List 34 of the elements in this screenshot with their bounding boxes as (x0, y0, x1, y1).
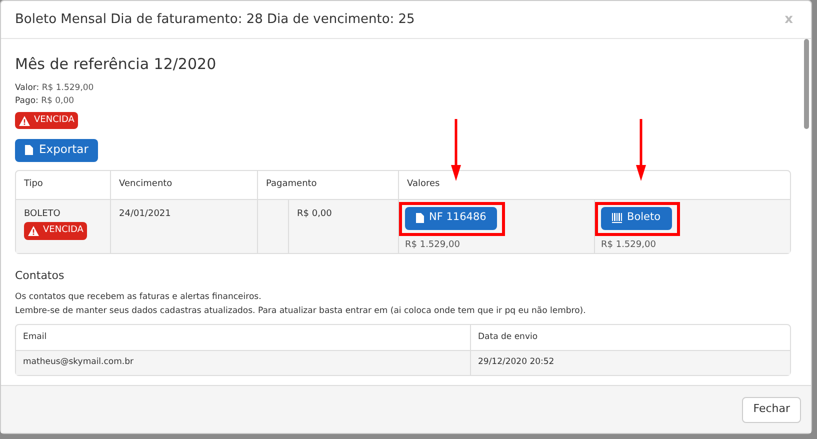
table-cell: 29/12/2020 20:52 (478, 357, 554, 367)
column-header: Tipo (24, 178, 43, 191)
table-cell-text: R$ 1.529,00 (601, 238, 657, 252)
warning-icon (19, 116, 30, 126)
invoice-button[interactable]: NF 116486 (405, 206, 498, 230)
boleto-button[interactable]: Boleto (601, 206, 672, 230)
column-header: Vencimento (119, 178, 172, 191)
table-cell: matheus@skymail.com.br (23, 357, 134, 367)
info-text: Lembre-se de manter seus dados cadastras atualizados. Para atualizar basta entrar em (ai coloca onde tem que ir pq eu não lembro). (15, 305, 587, 318)
status-badge: VENCIDA (15, 112, 78, 130)
table-cell-text: BOLETO (24, 208, 62, 220)
document-icon (25, 145, 33, 155)
status-badge: VENCIDA (24, 222, 88, 240)
scrollbar-thumb[interactable] (804, 39, 809, 129)
annotation-arrow (451, 118, 462, 180)
summary-line: Pago: R$ 0,00 (15, 94, 76, 108)
annotation-arrow (636, 118, 646, 180)
info-text: Os contatos que recebem as faturas e alertas financeiros. (15, 291, 262, 304)
section-heading: Mês de referência 12/2020 (15, 54, 218, 75)
summary-line: Valor: R$ 1.529,00 (15, 82, 95, 94)
table-cell-text: R$ 1.529,00 (405, 238, 461, 252)
column-header: Email (23, 331, 47, 344)
document-icon (416, 213, 424, 223)
section-heading: Contatos (15, 268, 66, 284)
export-button[interactable]: Exportar (15, 138, 98, 162)
column-header: Valores (407, 178, 440, 191)
close-button[interactable]: Fechar (742, 396, 801, 422)
column-header: Data de envio (478, 331, 538, 344)
barcode-icon (612, 213, 622, 223)
column-header: Pagamento (266, 178, 317, 191)
warning-icon (28, 226, 39, 236)
table-cell: R$ 0,00 (297, 208, 332, 218)
table-cell: 24/01/2021 (119, 208, 171, 218)
modal-title: Boleto Mensal Dia de faturamento: 28 Dia de vencimento: 25 (15, 10, 415, 29)
